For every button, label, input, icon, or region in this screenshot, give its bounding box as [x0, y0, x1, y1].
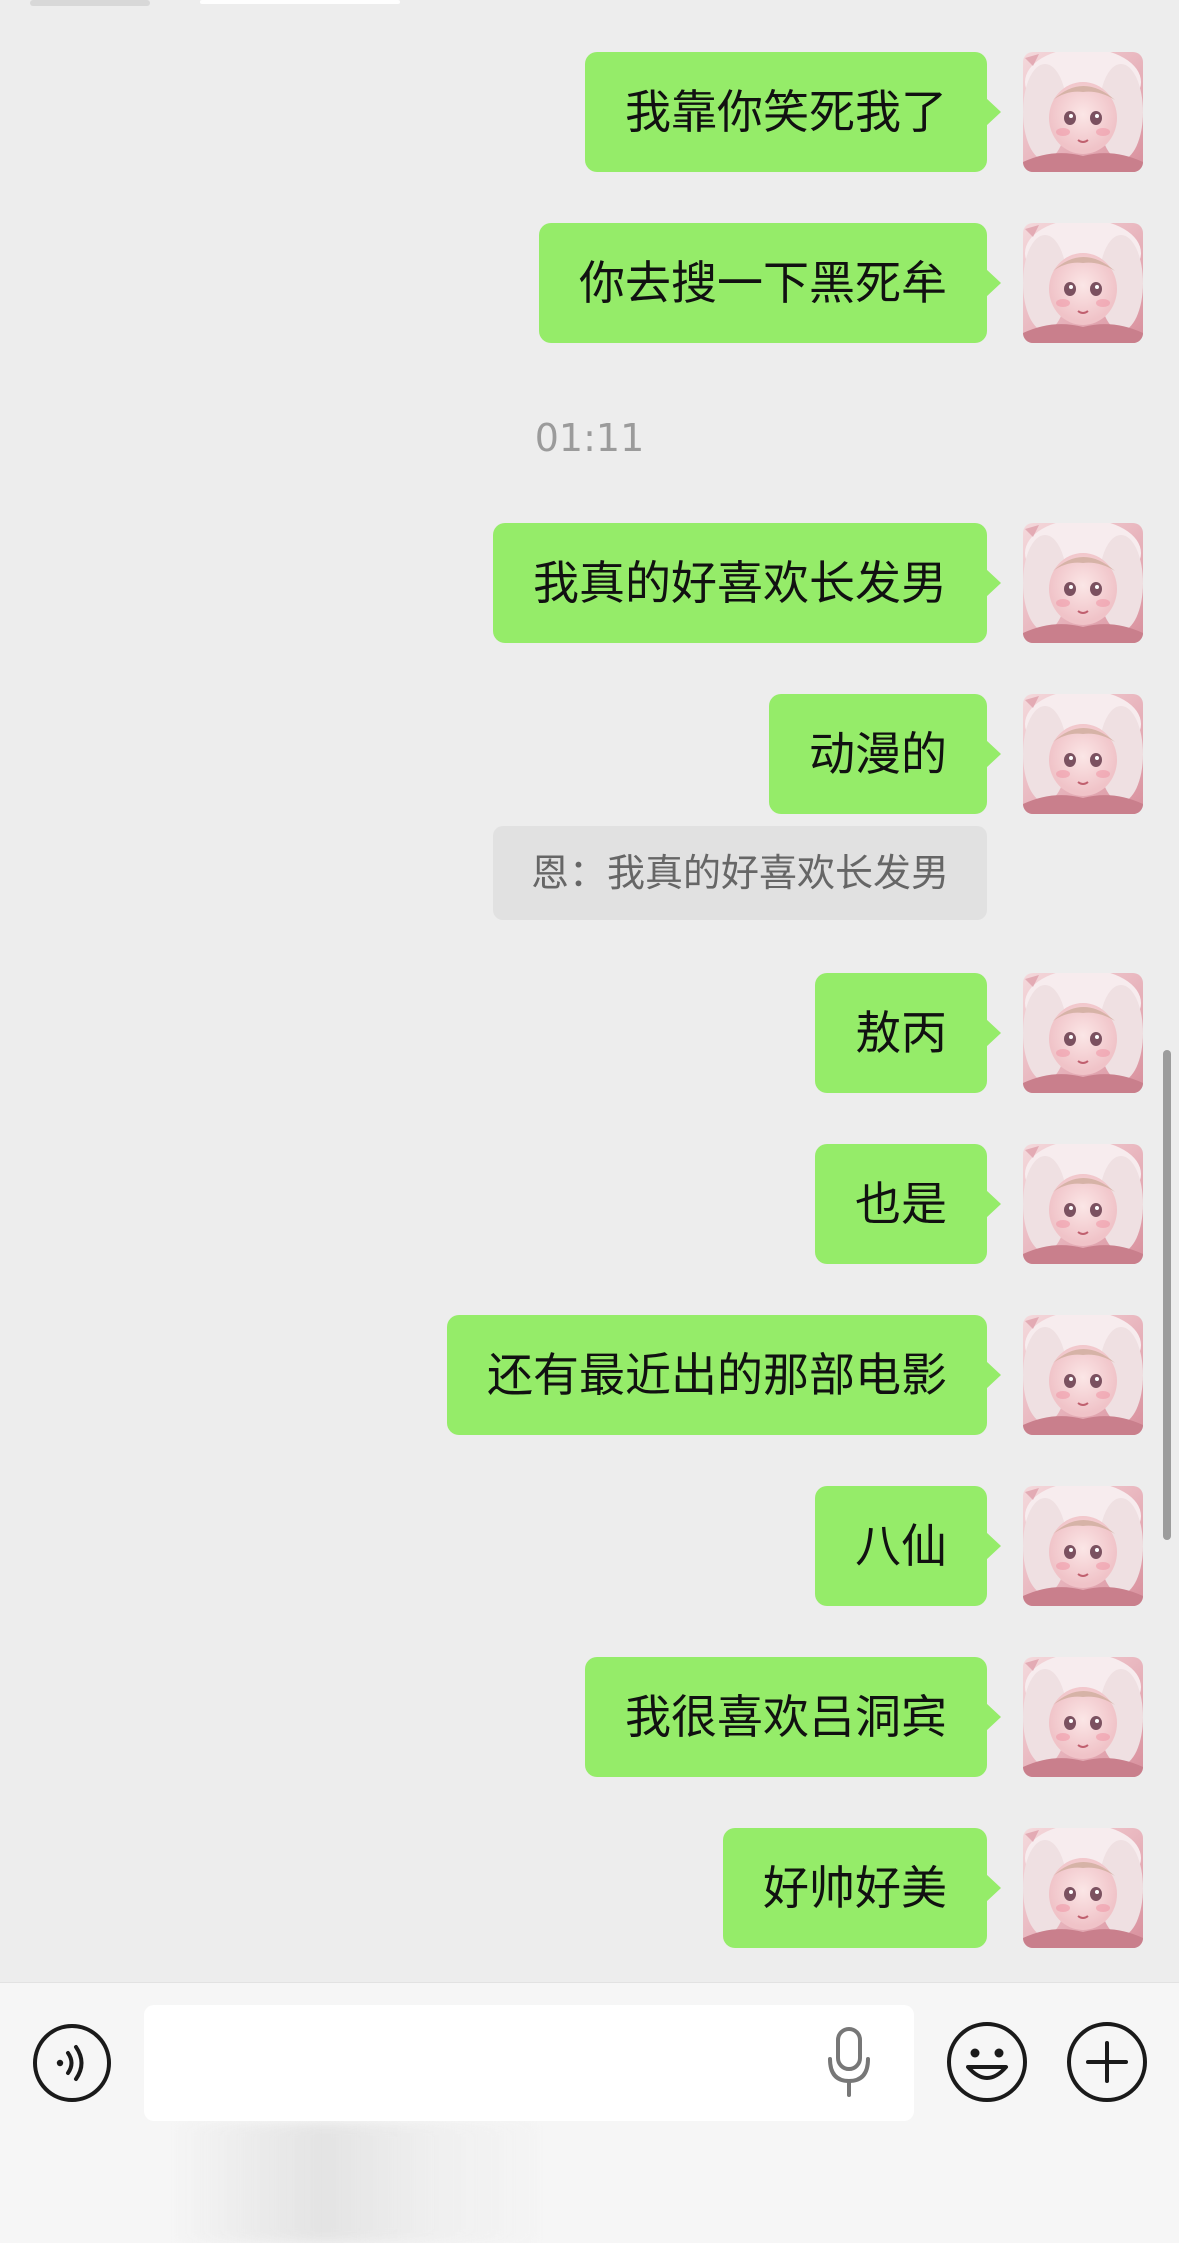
message-bubble[interactable]: 动漫的 [769, 694, 1001, 814]
timestamp-text: 01:11 [534, 416, 645, 460]
scrollbar[interactable] [1163, 1050, 1171, 1540]
message-row: 还有最近出的那部电影 [447, 1315, 1143, 1435]
avatar[interactable] [1023, 1486, 1143, 1606]
avatar[interactable] [1023, 1828, 1143, 1948]
quoted-reply[interactable]: 恩：我真的好喜欢长发男 [492, 826, 987, 920]
message-bubble[interactable]: 我真的好喜欢长发男 [493, 523, 1001, 643]
message-input[interactable] [144, 2005, 914, 2121]
voice-mode-button[interactable] [32, 2023, 112, 2103]
message-bubble[interactable]: 好帅好美 [723, 1828, 1001, 1948]
input-bar [0, 1982, 1179, 2243]
message-bubble[interactable]: 八仙 [815, 1486, 1001, 1606]
message-bubble[interactable]: 还有最近出的那部电影 [447, 1315, 1001, 1435]
plus-icon [1067, 2022, 1147, 2102]
avatar[interactable] [1023, 223, 1143, 343]
avatar[interactable] [1023, 52, 1143, 172]
chat-messages[interactable]: 我靠你笑死我了 你去搜一下黑死牟 01:11 我真的好喜欢长发男 动漫的 恩：我… [0, 0, 1179, 1982]
message-row: 我真的好喜欢长发男 [493, 523, 1143, 643]
avatar[interactable] [1023, 973, 1143, 1093]
microphone-button[interactable] [822, 2023, 876, 2103]
message-bubble[interactable]: 我很喜欢吕洞宾 [585, 1657, 1001, 1777]
avatar[interactable] [1023, 694, 1143, 814]
emoji-icon [947, 2022, 1027, 2102]
message-bubble[interactable]: 敖丙 [815, 973, 1001, 1093]
message-bubble[interactable]: 你去搜一下黑死牟 [539, 223, 1001, 343]
avatar[interactable] [1023, 1315, 1143, 1435]
message-bubble[interactable]: 我靠你笑死我了 [585, 52, 1001, 172]
message-row: 也是 [815, 1144, 1143, 1264]
message-row: 八仙 [815, 1486, 1143, 1606]
message-row: 好帅好美 [723, 1828, 1143, 1948]
message-timestamp: 01:11 [0, 416, 1179, 460]
message-bubble[interactable]: 也是 [815, 1144, 1001, 1264]
message-row: 我很喜欢吕洞宾 [585, 1657, 1143, 1777]
message-row: 动漫的 [769, 694, 1143, 814]
more-actions-button[interactable] [1066, 2021, 1148, 2103]
voice-mode-icon [33, 2024, 111, 2102]
message-row: 敖丙 [815, 973, 1143, 1093]
avatar[interactable] [1023, 1144, 1143, 1264]
message-row: 你去搜一下黑死牟 [539, 223, 1143, 343]
message-row: 我靠你笑死我了 [585, 52, 1143, 172]
avatar[interactable] [1023, 523, 1143, 643]
keyboard-shadow [170, 2123, 550, 2243]
emoji-button[interactable] [946, 2021, 1028, 2103]
microphone-icon [828, 2027, 870, 2097]
avatar[interactable] [1023, 1657, 1143, 1777]
